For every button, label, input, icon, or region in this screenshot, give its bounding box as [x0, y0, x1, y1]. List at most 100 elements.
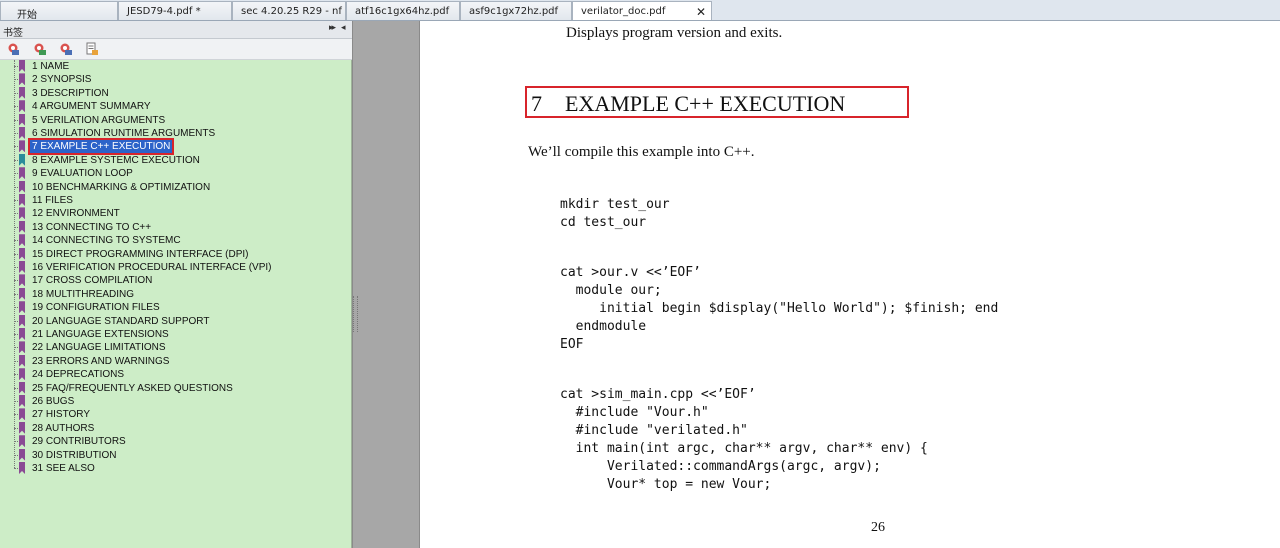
bookmark-icon [19, 60, 25, 72]
bookmark-item[interactable]: 19 CONFIGURATION FILES [0, 301, 352, 314]
bookmark-label: 21 LANGUAGE EXTENSIONS [32, 329, 169, 340]
bookmark-item[interactable]: 8 EXAMPLE SYSTEMC EXECUTION [0, 153, 352, 167]
bookmark-label: 16 VERIFICATION PROCEDURAL INTERFACE (VP… [32, 262, 272, 273]
bookmark-item[interactable]: 1 NAME [0, 60, 352, 73]
bookmark-icon [19, 73, 25, 86]
bookmark-item[interactable]: 5 VERILATION ARGUMENTS [0, 113, 352, 127]
bookmark-expand-icon[interactable] [33, 42, 47, 56]
bookmark-item[interactable]: 21 LANGUAGE EXTENSIONS [0, 328, 352, 341]
bookmark-icon [19, 341, 25, 354]
bookmark-item[interactable]: 24 DEPRECATIONS [0, 368, 352, 381]
bookmark-icon [19, 140, 25, 153]
tab-start[interactable]: 开始 [0, 1, 118, 20]
tab-label: 开始 [17, 10, 37, 20]
bookmark-icon [19, 435, 25, 448]
bookmark-label: 10 BENCHMARKING & OPTIMIZATION [32, 181, 211, 193]
bookmark-icon [19, 287, 25, 300]
bookmark-label: 26 BUGS [32, 396, 75, 407]
bookmark-add-icon[interactable] [7, 42, 21, 56]
bookmark-icon [19, 220, 25, 233]
bookmark-item[interactable]: 11 FILES [0, 194, 352, 207]
tab-atf16c1gx64hz[interactable]: atf16c1gx64hz.pdf [346, 1, 460, 20]
bookmark-item[interactable]: 6 SIMULATION RUNTIME ARGUMENTS [0, 127, 352, 140]
bookmark-item[interactable]: 7 EXAMPLE C++ EXECUTION [0, 138, 352, 156]
bookmark-label: 14 CONNECTING TO SYSTEMC [32, 235, 181, 247]
bookmark-label: 15 DIRECT PROGRAMMING INTERFACE (DPI) [32, 248, 249, 260]
code-line: mkdir test_our [560, 197, 670, 212]
bookmark-label: 25 FAQ/FREQUENTLY ASKED QUESTIONS [32, 382, 233, 394]
tab-bar: 开始 JESD79-4.pdf * sec 4.20.25 R29 - nf .… [0, 0, 1280, 21]
body-text: We’ll compile this example into C++. [528, 144, 755, 160]
bookmark-label: 24 DEPRECATIONS [32, 369, 125, 381]
bookmark-item[interactable]: 17 CROSS COMPILATION [0, 274, 352, 287]
bookmark-item[interactable]: 4 ARGUMENT SUMMARY [0, 100, 352, 113]
page-margin [352, 21, 420, 548]
bookmark-item[interactable]: 2 SYNOPSIS [0, 73, 352, 86]
bookmark-icon [19, 194, 25, 206]
bookmark-item[interactable]: 20 LANGUAGE STANDARD SUPPORT [0, 314, 352, 328]
tab-asf9c1gx72hz[interactable]: asf9c1gx72hz.pdf [460, 1, 572, 20]
bookmark-properties-icon[interactable] [85, 42, 99, 56]
bookmark-item[interactable]: 16 VERIFICATION PROCEDURAL INTERFACE (VP… [0, 261, 352, 274]
bookmark-item[interactable]: 15 DIRECT PROGRAMMING INTERFACE (DPI) [0, 247, 352, 261]
bookmark-label: 17 CROSS COMPILATION [32, 275, 153, 287]
bookmark-item[interactable]: 28 AUTHORS [0, 421, 352, 435]
bookmark-item[interactable]: 14 CONNECTING TO SYSTEMC [0, 234, 352, 247]
bookmark-item[interactable]: 29 CONTRIBUTORS [0, 435, 352, 448]
bookmark-collapse-icon[interactable] [59, 42, 73, 56]
collapse-panel-icon[interactable]: ◂ [341, 23, 346, 33]
code-line: cat >our.v <<’EOF’ [560, 265, 701, 280]
bookmark-icon [19, 234, 25, 247]
close-icon[interactable]: ✕ [696, 5, 706, 19]
bookmark-item[interactable]: 27 HISTORY [0, 408, 352, 421]
bookmark-item[interactable]: 23 ERRORS AND WARNINGS [0, 354, 352, 368]
bookmark-icon [19, 247, 25, 260]
bookmark-item[interactable]: 22 LANGUAGE LIMITATIONS [0, 341, 352, 354]
bookmark-item[interactable]: 25 FAQ/FREQUENTLY ASKED QUESTIONS [0, 381, 352, 395]
bookmark-item[interactable]: 31 SEE ALSO [0, 462, 352, 475]
pin-icon[interactable]: ▸▸ [329, 23, 336, 33]
bookmark-label: 28 AUTHORS [32, 422, 95, 434]
bookmark-label: 27 HISTORY [32, 409, 90, 421]
bookmark-icon [19, 395, 25, 407]
bookmark-label: 31 SEE ALSO [32, 463, 95, 474]
tab-label: atf16c1gx64hz.pdf [355, 6, 450, 17]
bookmark-item[interactable]: 9 EVALUATION LOOP [0, 167, 352, 180]
bookmark-label: 9 EVALUATION LOOP [32, 168, 133, 180]
bookmark-item[interactable]: 12 ENVIRONMENT [0, 207, 352, 220]
bookmark-icon [19, 368, 25, 381]
bookmark-icon [19, 448, 25, 461]
bookmark-item[interactable]: 18 MULTITHREADING [0, 287, 352, 301]
bookmark-label: 2 SYNOPSIS [32, 74, 92, 86]
bookmark-icon [19, 421, 25, 434]
bookmark-icon [19, 381, 25, 394]
tab-verilator-doc[interactable]: verilator_doc.pdf ✕ [572, 1, 712, 20]
code-line: module our; [560, 283, 662, 298]
bookmark-label: 5 VERILATION ARGUMENTS [32, 114, 166, 126]
bookmark-item[interactable]: 26 BUGS [0, 395, 352, 408]
bookmark-label: 18 MULTITHREADING [32, 288, 135, 300]
bookmark-label: 8 EXAMPLE SYSTEMC EXECUTION [32, 154, 200, 166]
bookmark-item[interactable]: 13 CONNECTING TO C++ [0, 220, 352, 234]
tab-jesd79[interactable]: JESD79-4.pdf * [118, 1, 232, 20]
bookmark-label: 6 SIMULATION RUNTIME ARGUMENTS [32, 128, 216, 139]
bookmark-item[interactable]: 3 DESCRIPTION [0, 86, 352, 100]
bookmark-label: 13 CONNECTING TO C++ [32, 221, 152, 233]
tab-sec-4-20-25[interactable]: sec 4.20.25 R29 - nf ... [232, 1, 346, 20]
bookmark-item[interactable]: 10 BENCHMARKING & OPTIMIZATION [0, 180, 352, 194]
code-line: #include "Vour.h" [560, 405, 709, 420]
bookmark-label: 1 NAME [32, 61, 70, 72]
section-title: EXAMPLE C++ EXECUTION [565, 91, 846, 116]
bookmark-label: 22 LANGUAGE LIMITATIONS [32, 342, 166, 354]
bookmark-label: 11 FILES [32, 195, 73, 206]
bookmarks-panel-header: 书签 ▸▸ ◂ [0, 21, 352, 39]
bookmark-label: 23 ERRORS AND WARNINGS [32, 355, 170, 367]
code-line: Verilated::commandArgs(argc, argv); [560, 459, 881, 474]
bookmark-label: 3 DESCRIPTION [32, 87, 109, 99]
tab-label: asf9c1gx72hz.pdf [469, 6, 559, 17]
bookmark-label: 30 DISTRIBUTION [32, 449, 117, 461]
bookmark-item[interactable]: 30 DISTRIBUTION [0, 448, 352, 462]
bookmark-icon [19, 113, 25, 126]
panel-splitter[interactable] [353, 296, 358, 332]
pdf-page: Displays program version and exits. 7 EX… [421, 21, 1280, 548]
